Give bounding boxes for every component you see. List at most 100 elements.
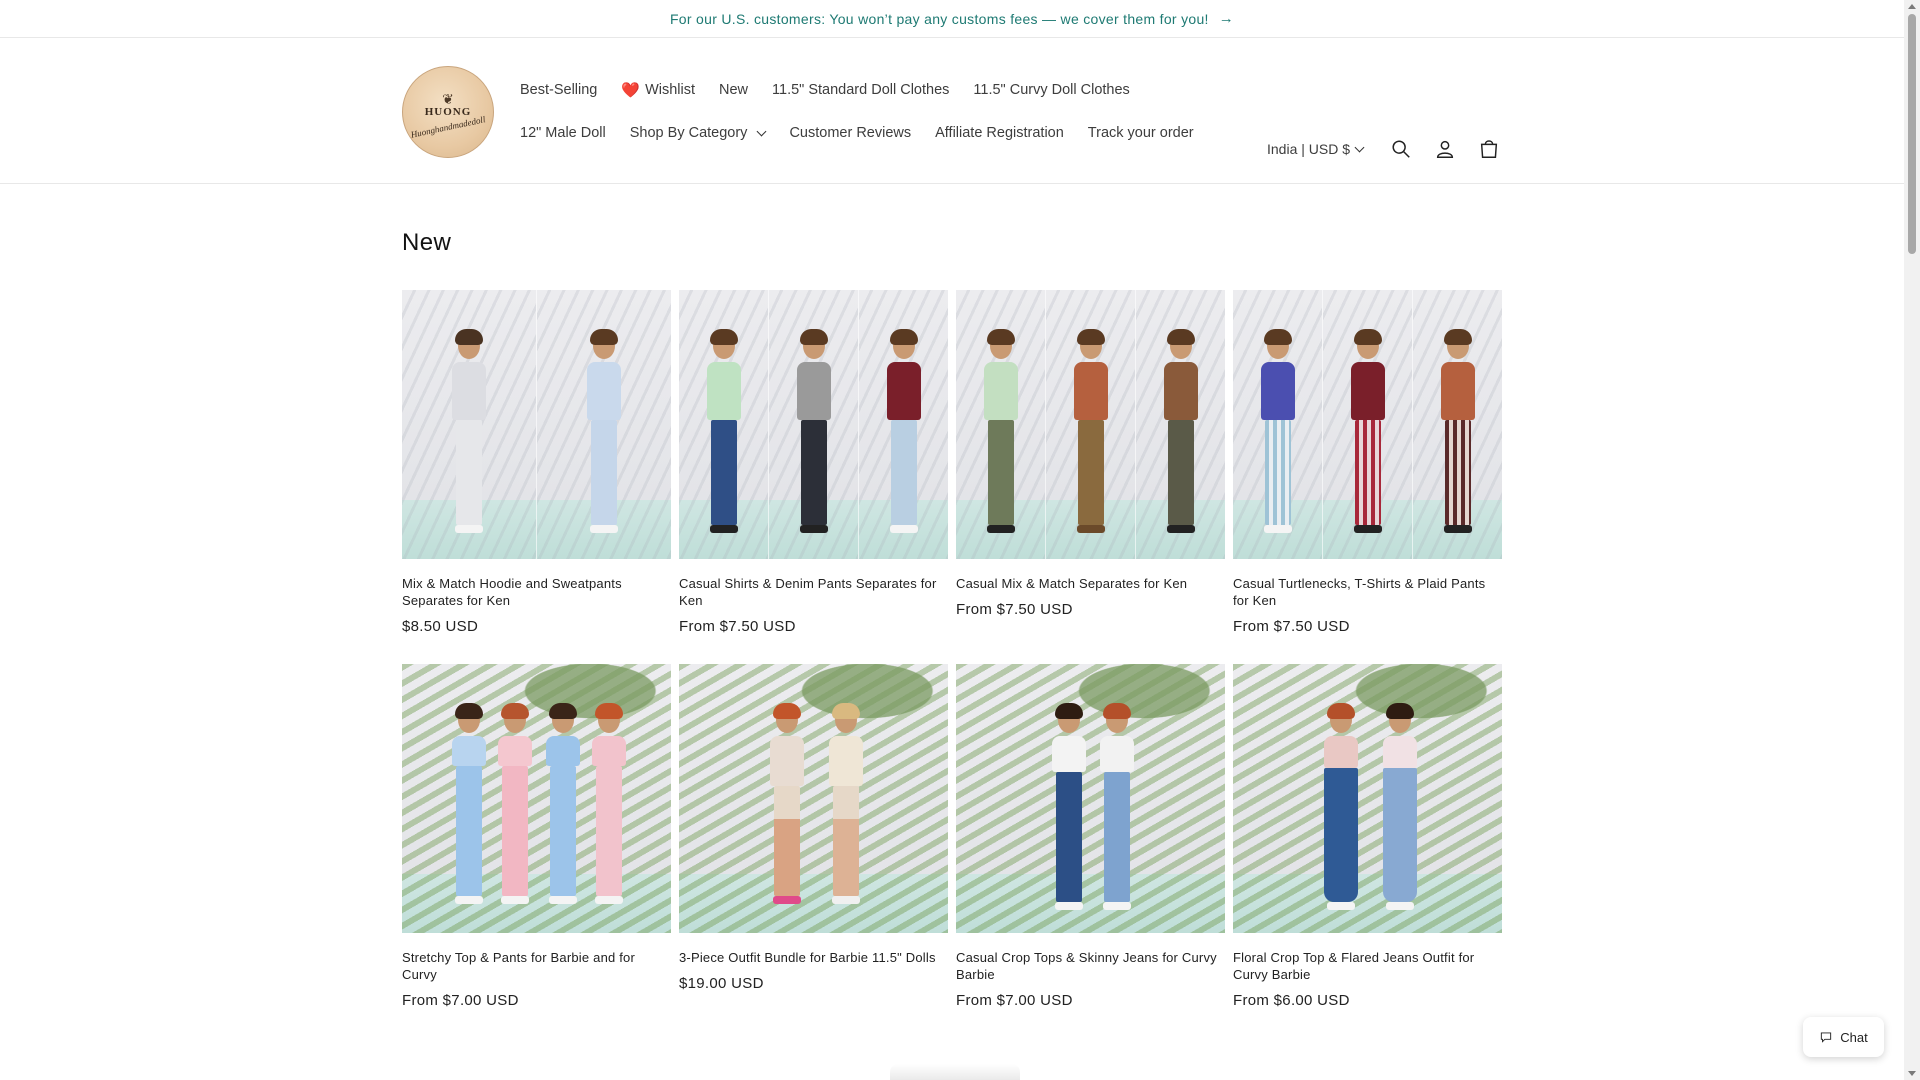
cart-icon[interactable] [1477,137,1501,161]
scroll-up-arrow-icon[interactable] [1908,4,1916,9]
product-card[interactable]: Casual Turtlenecks, T-Shirts & Plaid Pan… [1233,290,1502,664]
product-price: From $7.00 USD [956,992,1073,1009]
palm-leaf-backdrop [402,664,671,933]
announcement-bar[interactable]: For our U.S. customers: You won’t pay an… [0,0,1904,38]
product-price: From $7.50 USD [1233,618,1350,635]
product-price: $8.50 USD [402,618,479,635]
doll-figure [983,329,1018,543]
image-panel [402,664,671,933]
image-panel [1046,290,1136,559]
chevron-down-icon [756,126,767,136]
nav-best-selling[interactable]: Best-Selling [520,82,597,98]
image-panel [1136,290,1225,559]
image-panel [956,664,1225,933]
scroll-down-arrow-icon[interactable] [1908,1071,1916,1076]
product-card[interactable]: Floral Crop Top & Flared Jeans Outfit fo… [1233,664,1502,1038]
product-card[interactable]: Mix & Match Hoodie and Sweatpants Separa… [402,290,671,664]
product-image[interactable] [956,290,1225,559]
product-title[interactable]: Stretchy Top & Pants for Barbie and for … [402,949,671,983]
product-image[interactable] [679,290,948,559]
page-scrollbar[interactable] [1904,0,1920,1080]
product-card[interactable]: Casual Shirts & Denim Pants Separates fo… [679,290,948,664]
image-panel [402,290,537,559]
product-title[interactable]: Mix & Match Hoodie and Sweatpants Separa… [402,575,671,609]
nav-row-2: 12" Male Doll Shop By Category Customer … [520,121,1220,145]
doll-figure [1163,329,1198,543]
section-title: New [402,229,452,256]
arrow-right-icon[interactable]: → [1219,10,1234,27]
nav-standard-doll-clothes[interactable]: 11.5" Standard Doll Clothes [772,82,949,98]
nav-track-order[interactable]: Track your order [1088,125,1194,141]
nav-label: Best-Selling [520,82,598,98]
product-price: From $6.00 USD [1233,992,1350,1009]
doll-figure [1323,703,1358,917]
doll-figure [587,329,621,543]
product-title[interactable]: Casual Mix & Match Separates for Ken [956,575,1225,592]
product-title[interactable]: 3-Piece Outfit Bundle for Barbie 11.5" D… [679,949,948,966]
nav-label: Customer Reviews [789,125,912,141]
image-panel [679,290,769,559]
product-price: From $7.00 USD [402,992,519,1009]
product-title[interactable]: Floral Crop Top & Flared Jeans Outfit fo… [1233,949,1502,983]
product-image[interactable] [402,290,671,559]
heart-icon: ❤️ [621,82,641,99]
nav-label: 11.5" Standard Doll Clothes [772,82,950,98]
doll-figure [1100,703,1135,917]
image-panel [956,290,1046,559]
doll-figure [1051,703,1086,917]
logo-brand-text: HUONG [424,106,472,118]
nav-affiliate-registration[interactable]: Affiliate Registration [935,125,1064,141]
product-price: From $7.50 USD [679,618,796,635]
doll-figure [1073,329,1108,543]
product-card[interactable]: Stretchy Top & Pants for Barbie and for … [402,664,671,1038]
pagination-peek [890,1064,1020,1080]
doll-figure [1382,703,1417,917]
nav-new[interactable]: New [719,82,748,98]
product-image[interactable] [1233,664,1502,933]
nav-label: Wishlist [645,82,696,98]
product-card[interactable]: Casual Mix & Match Separates for Ken Fro… [956,290,1225,664]
store-logo[interactable]: ❦ HUONG Huonghandmadedoll [402,66,494,158]
image-panel [1323,290,1413,559]
image-panel [679,664,948,933]
product-image[interactable] [1233,290,1502,559]
announcement-text[interactable]: For our U.S. customers: You won’t pay an… [670,11,1209,27]
product-image[interactable] [679,664,948,933]
site-header: ❦ HUONG Huonghandmadedoll Best-Selling ❤… [0,38,1904,184]
nav-wishlist[interactable]: ❤️ Wishlist [621,81,695,99]
doll-figure [1440,329,1475,543]
nav-male-doll[interactable]: 12" Male Doll [520,125,606,141]
product-card[interactable]: Casual Crop Tops & Skinny Jeans for Curv… [956,664,1225,1038]
nav-label: Shop By Category [629,125,748,141]
product-card[interactable]: 3-Piece Outfit Bundle for Barbie 11.5" D… [679,664,948,1038]
product-image[interactable] [402,664,671,933]
product-image[interactable] [956,664,1225,933]
palm-leaf-backdrop [1233,664,1502,933]
image-panel [537,290,671,559]
doll-figure [886,329,921,543]
nav-label: 12" Male Doll [520,125,606,141]
product-title[interactable]: Casual Crop Tops & Skinny Jeans for Curv… [956,949,1225,983]
image-panel [1233,290,1323,559]
image-panel [1233,664,1502,933]
nav-customer-reviews[interactable]: Customer Reviews [789,125,911,141]
search-icon[interactable] [1389,137,1413,161]
nav-label: New [719,82,749,98]
scroll-thumb[interactable] [1908,14,1916,254]
chat-label: Chat [1840,1029,1868,1045]
doll-figure [592,703,627,917]
product-title[interactable]: Casual Shirts & Denim Pants Separates fo… [679,575,948,609]
image-panel [859,290,948,559]
nav-label: 11.5" Curvy Doll Clothes [973,82,1130,98]
header-utilities: India | USD $ [1267,134,1521,164]
main-navigation: Best-Selling ❤️ Wishlist New 11.5" Standa… [520,78,1220,164]
nav-label: Track your order [1087,125,1194,141]
locale-selector[interactable]: India | USD $ [1267,141,1365,157]
nav-shop-by-category[interactable]: Shop By Category [629,125,767,141]
chat-button[interactable]: Chat [1803,1017,1884,1057]
nav-curvy-doll-clothes[interactable]: 11.5" Curvy Doll Clothes [973,82,1129,98]
image-panel [1413,290,1502,559]
nav-label: Affiliate Registration [935,125,1064,141]
account-icon[interactable] [1433,137,1457,161]
product-title[interactable]: Casual Turtlenecks, T-Shirts & Plaid Pan… [1233,575,1502,609]
